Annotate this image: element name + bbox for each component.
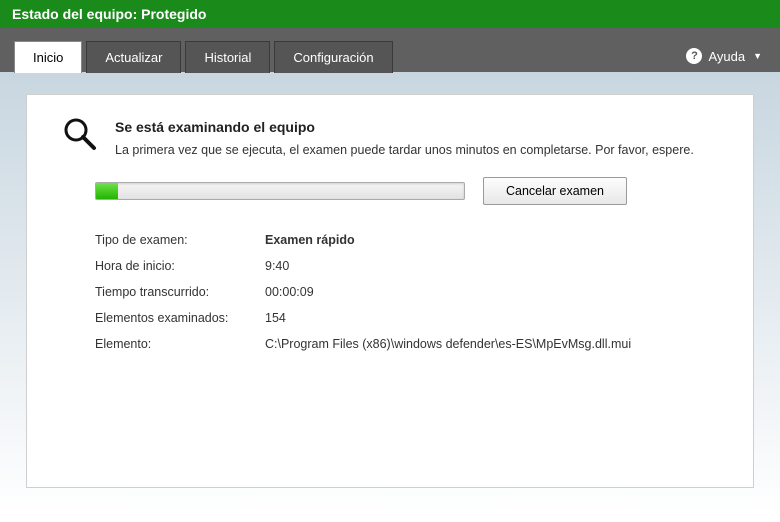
detail-elapsed-label: Tiempo transcurrido: (95, 285, 255, 299)
detail-start-value: 9:40 (265, 259, 719, 273)
scan-description: La primera vez que se ejecuta, el examen… (115, 143, 694, 157)
detail-start-label: Hora de inicio: (95, 259, 255, 273)
tab-historial[interactable]: Historial (185, 41, 270, 73)
tab-actualizar[interactable]: Actualizar (86, 41, 181, 73)
scan-details: Tipo de examen: Examen rápido Hora de in… (95, 233, 719, 351)
content-area: Se está examinando el equipo La primera … (0, 72, 780, 514)
detail-items-label: Elementos examinados: (95, 311, 255, 325)
detail-type-label: Tipo de examen: (95, 233, 255, 247)
progress-fill (96, 183, 118, 199)
help-icon: ? (686, 48, 702, 64)
progress-bar (95, 182, 465, 200)
detail-type-value: Examen rápido (265, 233, 719, 247)
cancel-scan-button[interactable]: Cancelar examen (483, 177, 627, 205)
detail-elapsed-value: 00:00:09 (265, 285, 719, 299)
chevron-down-icon: ▼ (753, 51, 762, 61)
status-header: Estado del equipo: Protegido (0, 0, 780, 28)
help-label: Ayuda (708, 49, 745, 64)
detail-element-label: Elemento: (95, 337, 255, 351)
scan-title: Se está examinando el equipo (115, 119, 694, 135)
detail-element-value: C:\Program Files (x86)\windows defender\… (265, 337, 719, 351)
magnifier-icon (61, 115, 99, 153)
tab-bar: Inicio Actualizar Historial Configuració… (0, 28, 780, 72)
help-menu[interactable]: ? Ayuda ▼ (682, 40, 766, 72)
detail-items-value: 154 (265, 311, 719, 325)
scan-panel: Se está examinando el equipo La primera … (26, 94, 754, 488)
status-label: Estado del equipo: (12, 6, 137, 22)
status-value: Protegido (141, 6, 206, 22)
tab-inicio[interactable]: Inicio (14, 41, 82, 73)
tab-configuracion[interactable]: Configuración (274, 41, 392, 73)
